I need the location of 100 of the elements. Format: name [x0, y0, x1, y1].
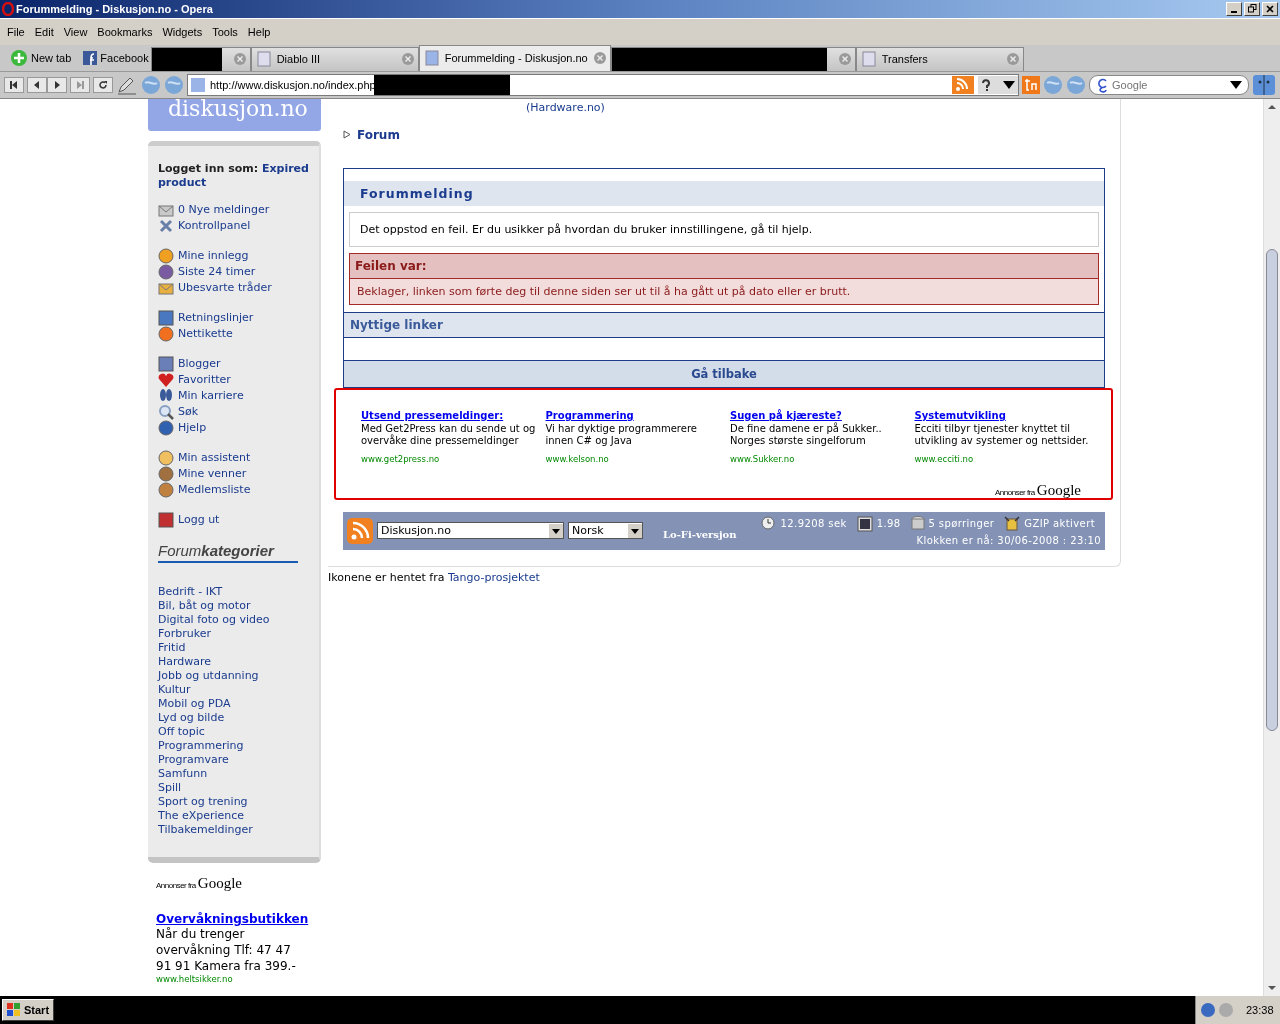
category-link[interactable]: Sport og trening	[158, 794, 315, 809]
minimize-button[interactable]	[1226, 2, 1242, 16]
site-dropdown[interactable]: Diskusjon.no	[377, 522, 564, 540]
category-link[interactable]: Lyd og bilde	[158, 710, 315, 725]
section-heading: Forumkategorier	[158, 541, 298, 563]
category-link[interactable]: Mobil og PDA	[158, 696, 315, 711]
browser-tab[interactable]: Diablo III	[250, 46, 419, 71]
browser-tab[interactable]	[150, 46, 251, 71]
sidebar-link[interactable]: Kontrollpanel	[158, 217, 315, 234]
menu-item[interactable]: View	[58, 25, 93, 38]
category-link[interactable]: Programvare	[158, 752, 315, 767]
close-icon[interactable]	[233, 53, 246, 66]
sidebar-link[interactable]: Min assistent	[158, 449, 315, 466]
ad-url[interactable]: www.Sukker.no	[730, 453, 795, 464]
rewind-button[interactable]	[4, 76, 24, 93]
ad-title-link[interactable]: Utsend pressemeldinger:	[361, 409, 504, 421]
credits-link[interactable]: Tango-prosjektet	[447, 570, 540, 584]
security-dropdown[interactable]	[978, 75, 1018, 94]
section-heading: Nyttige linker	[344, 311, 1104, 338]
forward-button[interactable]	[47, 76, 67, 93]
new-tab-button[interactable]: New tab	[0, 44, 74, 71]
menu-item[interactable]: Bookmarks	[92, 25, 158, 38]
category-link[interactable]: Bedrift - IKT	[158, 584, 315, 599]
search-input[interactable]: Google	[1112, 78, 1226, 91]
sidebar-link[interactable]: Medlemsliste	[158, 481, 315, 498]
category-link[interactable]: Programmering	[158, 738, 315, 753]
credits-text: Ikonene er hentet fra	[328, 570, 445, 584]
menu-item[interactable]: Help	[242, 25, 276, 38]
close-icon[interactable]	[1006, 53, 1019, 66]
panel-title: Forummelding	[344, 180, 1104, 206]
category-link[interactable]: Forbruker	[158, 626, 315, 641]
sidebar-link[interactable]: Ubesvarte tråder	[158, 279, 315, 296]
sidebar-link[interactable]: Nettikette	[158, 325, 315, 342]
ad-url[interactable]: www.kelson.no	[545, 453, 609, 464]
bookmark-link[interactable]: Facebook	[73, 44, 151, 71]
category-link[interactable]: Tilbakemeldinger	[158, 822, 315, 837]
ad-url[interactable]: www.heltsikker.no	[156, 973, 313, 984]
category-link[interactable]: Fritid	[158, 640, 315, 655]
sidebar-link[interactable]: Blogger	[158, 355, 315, 372]
ad-title-link[interactable]: Sugen på kjæreste?	[730, 409, 842, 421]
menu-item[interactable]: Widgets	[157, 25, 208, 38]
sidebar-link[interactable]: Logg ut	[158, 511, 315, 528]
restore-button[interactable]	[1244, 2, 1260, 16]
browser-tab[interactable]	[610, 46, 856, 71]
category-link[interactable]: The eXperience	[158, 808, 315, 823]
ad-text: Vi har dyktige programmerere innen C# og Java	[545, 422, 698, 447]
square-icon	[158, 309, 174, 326]
ad-url[interactable]: www.get2press.no	[361, 453, 440, 464]
category-link[interactable]: Hardware	[158, 654, 315, 669]
search-field[interactable]: Google	[1089, 74, 1249, 95]
ad-text: Ecciti tilbyr tjenester knyttet til utvikling av systemer og nettsider.	[914, 422, 1090, 447]
language-dropdown[interactable]: Norsk	[568, 522, 643, 540]
back-button[interactable]: Gå tilbake	[344, 359, 1104, 387]
breadcrumb-link[interactable]: Forum	[357, 127, 400, 142]
category-link[interactable]: Kultur	[158, 682, 315, 697]
menu-item[interactable]: Edit	[29, 25, 59, 38]
toolbar-logo-icon[interactable]	[1022, 75, 1040, 94]
menu-item[interactable]: Tools	[207, 25, 243, 38]
close-icon[interactable]	[838, 53, 851, 66]
caret-icon	[628, 523, 642, 538]
address-field[interactable]: http://www.diskusjon.no/index.php	[187, 73, 1019, 96]
start-button[interactable]: Start	[2, 999, 55, 1021]
category-link[interactable]: Jobb og utdanning	[158, 668, 315, 683]
reload-icon	[98, 79, 108, 90]
ad-title-link[interactable]: Overvåkningsbutikken	[156, 911, 313, 926]
category-link[interactable]: Digital foto og video	[158, 612, 315, 627]
sidebar-link[interactable]: Hjelp	[158, 419, 315, 436]
finder-icon[interactable]	[1252, 73, 1276, 96]
rss-icon[interactable]	[347, 517, 373, 544]
category-link[interactable]: Off topic	[158, 724, 315, 739]
back-button[interactable]	[27, 76, 47, 93]
browser-tab[interactable]: Transfers	[855, 46, 1024, 71]
category-link[interactable]: Samfunn	[158, 766, 315, 781]
menu-item[interactable]: File	[2, 25, 30, 38]
ad-title-link[interactable]: Systemutvikling	[914, 409, 1006, 421]
sidebar-link[interactable]: Søk	[158, 403, 315, 420]
close-icon[interactable]	[593, 52, 606, 65]
sidebar-link[interactable]: Retningslinjer	[158, 309, 315, 326]
source-link[interactable]: (Hardware.no)	[526, 100, 1105, 114]
category-link[interactable]: Spill	[158, 780, 315, 795]
category-link[interactable]: Bil, båt og motor	[158, 598, 315, 613]
ad-url[interactable]: www.ecciti.no	[914, 453, 974, 464]
plus-icon	[10, 48, 28, 67]
caret-icon	[1230, 79, 1242, 90]
close-button[interactable]	[1262, 2, 1278, 16]
rss-icon[interactable]	[952, 75, 974, 94]
browser-tab[interactable]: Forummelding - Diskusjon.no	[418, 44, 611, 71]
scrollbar[interactable]	[1263, 98, 1280, 996]
sidebar-link[interactable]: 0 Nye meldinger	[158, 201, 315, 218]
sidebar-link[interactable]: Favoritter	[158, 371, 315, 388]
sidebar-link[interactable]: Siste 24 timer	[158, 263, 315, 280]
sidebar-link[interactable]: Mine innlegg	[158, 247, 315, 264]
sidebar-link[interactable]: Min karriere	[158, 387, 315, 404]
reload-button[interactable]	[93, 76, 113, 93]
sidebar-link[interactable]: Mine venner	[158, 465, 315, 482]
ad-label: Annonser fra	[995, 487, 1035, 497]
close-icon[interactable]	[401, 53, 414, 66]
question-icon	[981, 78, 991, 91]
caret-icon	[1003, 79, 1015, 90]
ad-title-link[interactable]: Programmering	[545, 409, 634, 421]
